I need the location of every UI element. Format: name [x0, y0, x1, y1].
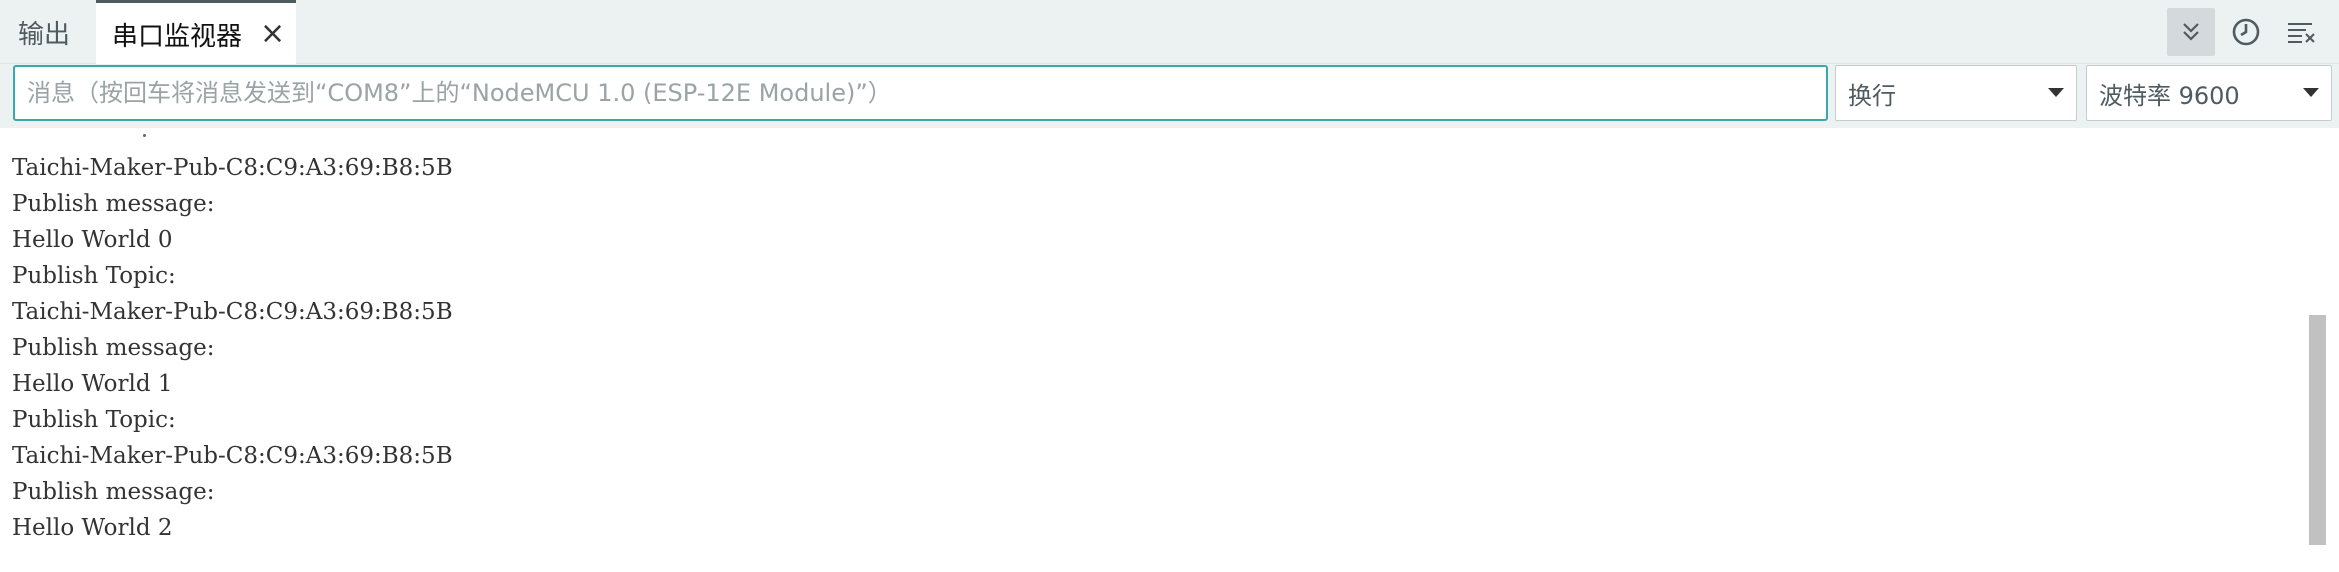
double-chevron-down-icon — [2183, 23, 2199, 41]
output-line: Taichi-Maker-Pub-C8:C9:A3:69:B8:5B — [12, 443, 453, 469]
serial-output-area[interactable]: Taichi-Maker-Pub-C8:C9:A3:69:B8:5B Publi… — [0, 130, 2339, 572]
toggle-timestamp-button[interactable] — [2222, 8, 2270, 56]
message-input-row: 换行 波特率 9600 — [0, 64, 2339, 128]
output-line: Taichi-Maker-Pub-C8:C9:A3:69:B8:5B — [12, 155, 453, 181]
output-line: Publish message: — [12, 479, 215, 505]
line-ending-select[interactable]: 换行 — [1835, 65, 2077, 121]
tab-serial-monitor[interactable]: 串口监视器 × — [96, 0, 296, 65]
message-input[interactable] — [13, 65, 1828, 121]
autoscroll-button[interactable] — [2167, 8, 2215, 56]
output-line: Hello World 1 — [12, 371, 173, 397]
scrollbar-thumb[interactable] — [2309, 315, 2326, 545]
chevron-down-icon — [2303, 88, 2319, 97]
output-line: Publish message: — [12, 191, 215, 217]
output-lines: Taichi-Maker-Pub-C8:C9:A3:69:B8:5B Publi… — [12, 150, 453, 546]
panel-tab-bar: 输出 串口监视器 × — [0, 0, 2339, 65]
tab-output-label: 输出 — [18, 19, 71, 50]
baud-rate-select[interactable]: 波特率 9600 — [2086, 65, 2332, 121]
output-line: Taichi-Maker-Pub-C8:C9:A3:69:B8:5B — [12, 299, 453, 325]
clipped-text-fragment — [143, 134, 146, 137]
chevron-down-icon — [2048, 88, 2064, 97]
serial-monitor-panel: 输出 串口监视器 × 消息（按回车将消息发送到“COM8”上的“NodeMCU … — [0, 0, 2339, 572]
clear-output-button[interactable] — [2277, 8, 2325, 56]
line-ending-value: 换行 — [1848, 81, 1896, 110]
output-line: Hello World 2 — [12, 515, 173, 541]
clear-output-icon — [2288, 23, 2315, 43]
output-line: Publish Topic: — [12, 407, 176, 433]
close-icon[interactable]: × — [260, 19, 285, 49]
clock-icon — [2232, 18, 2260, 46]
output-line: Publish Topic: — [12, 263, 176, 289]
tab-serial-monitor-label: 串口监视器 — [112, 21, 243, 52]
baud-rate-value: 波特率 9600 — [2099, 81, 2240, 110]
output-line: Publish message: — [12, 335, 215, 361]
tab-output[interactable]: 输出 — [18, 0, 70, 64]
output-line: Hello World 0 — [12, 227, 173, 253]
